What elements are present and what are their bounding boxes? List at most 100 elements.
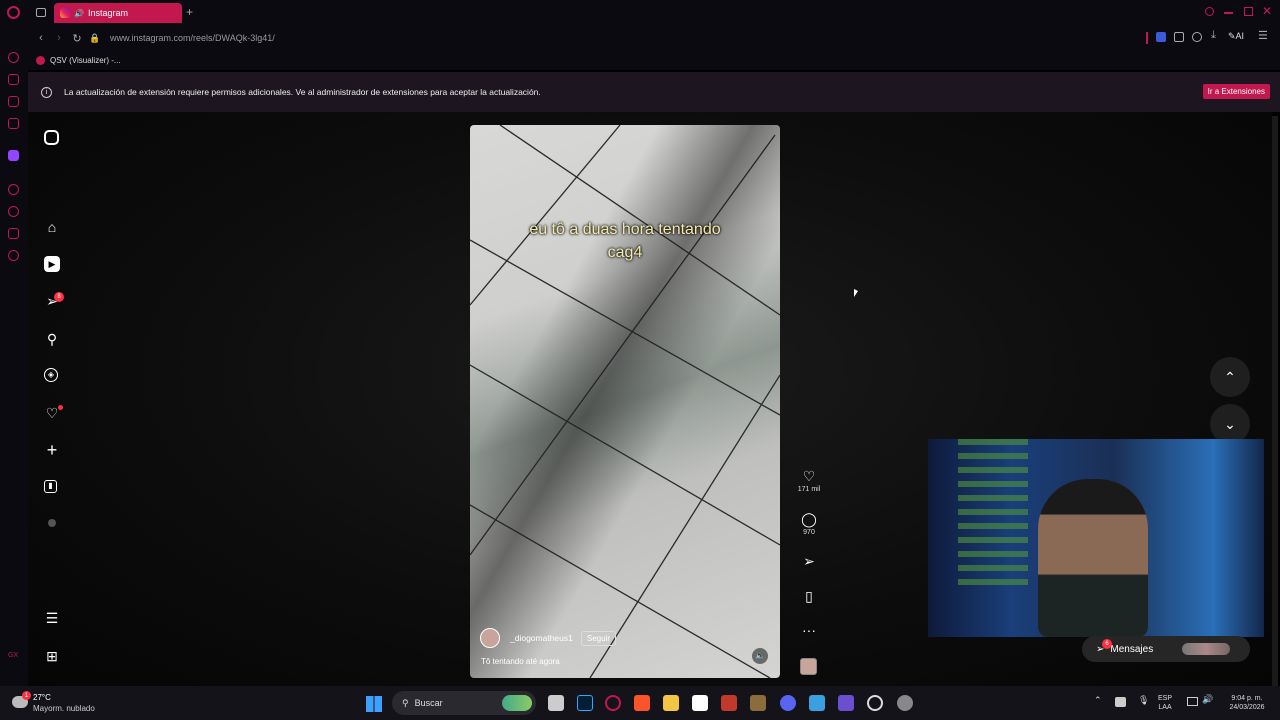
reel-video[interactable]: eu tô a duas hora tentando cag4 _diogoma… [470,125,780,678]
follow-button[interactable]: Seguir [580,630,616,646]
volume-icon[interactable]: 🔊 [1202,695,1213,704]
language-line2: LAA [1158,704,1172,711]
previous-reel-button[interactable]: ⌃ [1210,357,1250,397]
bookmark-qsv[interactable]: QSV (Visualizer) -... [50,56,121,65]
lock-icon: 🔒 [89,32,101,43]
discord-icon[interactable] [780,695,796,711]
more-menu-icon[interactable]: ☰ [44,610,60,626]
send-icon[interactable] [8,228,19,239]
weather-desc[interactable]: Mayorm. nublado [33,704,95,713]
back-button[interactable]: ‹ [32,32,50,44]
new-tab-button[interactable]: + [186,5,193,19]
player-icon[interactable] [8,184,19,195]
language-line1: ESP [1158,695,1173,702]
reel-author-row: _diogomatheus1 Seguir [480,628,616,648]
create-icon[interactable]: + [44,441,60,459]
go-to-extensions-button[interactable]: Ir a Extensiones [1202,84,1270,99]
comment-icon[interactable]: ◯ [796,511,822,527]
translate-icon[interactable] [1156,32,1166,42]
windows-start-icon[interactable] [366,696,382,712]
save-action[interactable]: ▯ [796,588,822,604]
plant-decoration [958,439,1028,589]
extensions-icon[interactable] [1174,32,1184,42]
bookmark-icon[interactable]: ▯ [796,588,822,604]
extension-notice-bar: i La actualización de extensión requiere… [28,72,1280,112]
more-options[interactable]: ··· [796,622,822,638]
reels-icon[interactable]: ▶ [44,256,60,272]
app-grid-icon[interactable] [838,695,854,711]
workspaces-icon[interactable] [36,8,46,17]
instagram-favicon-icon [60,8,70,18]
maximize-button[interactable] [1244,7,1253,16]
author-avatar[interactable] [480,628,500,648]
network-icon[interactable] [1187,697,1198,706]
microphone-icon[interactable]: 🎙 [1138,696,1149,705]
photoshop-icon[interactable] [577,695,593,711]
shopping-icon[interactable] [8,74,19,85]
opera-sidebar: GX [0,26,28,686]
next-reel-button[interactable]: ⌄ [1210,404,1250,444]
heart-icon[interactable]: ♡ [796,468,822,484]
opera-gx-icon[interactable] [605,695,621,711]
menu-icon[interactable]: ☰ [1258,29,1268,42]
mute-icon[interactable]: 🔈 [752,648,768,664]
url-field[interactable]: www.instagram.com/reels/DWAQk-3lg41/ [110,33,275,43]
author-username[interactable]: _diogomatheus1 [510,633,573,643]
taskbar-search[interactable]: ⚲ Buscar [392,691,536,715]
reload-button[interactable]: ↻ [68,32,86,45]
weather-temp[interactable]: 27°C [33,693,51,702]
search-tabs-icon[interactable] [1205,7,1214,16]
instagram-logo-icon[interactable] [44,130,59,145]
capcut-icon[interactable] [692,695,708,711]
profile-icon[interactable] [1192,32,1202,42]
tray-overflow-icon[interactable]: ⌃ [1094,696,1102,705]
notice-text: La actualización de extensión requiere p… [64,87,541,97]
more-icon[interactable]: ··· [796,622,822,638]
notification-badge: 8 [54,292,64,302]
dashboard-icon[interactable]: ▮ [44,480,57,493]
profile-avatar-icon[interactable] [48,519,56,527]
messenger-icon[interactable] [8,96,19,107]
opera-logo-icon[interactable] [7,6,20,19]
webcam-overlay [928,439,1264,637]
language-indicator[interactable]: ESP LAA [1158,694,1172,712]
forward-button[interactable]: › [50,32,68,44]
whatsapp-icon[interactable] [8,118,19,129]
history-icon[interactable] [8,206,19,217]
photos-icon[interactable] [809,695,825,711]
game-icon[interactable] [750,695,766,711]
notification-dot [58,405,63,410]
settings-gear-icon[interactable] [897,695,913,711]
home-icon[interactable]: ⌂ [44,219,60,235]
download-icon[interactable]: ⤓ [1211,29,1216,42]
task-view-icon[interactable] [548,695,564,711]
twitch-icon[interactable] [8,150,19,161]
audio-avatar[interactable] [800,658,817,675]
brave-icon[interactable] [634,695,650,711]
aria-icon[interactable] [8,52,19,63]
share-icon[interactable]: ➢ [796,553,822,569]
obs-icon[interactable] [867,695,883,711]
ai-button[interactable]: ✎AI [1228,31,1244,42]
clock[interactable]: 9:04 p. m. 24/03/2026 [1222,694,1272,712]
minimize-button[interactable] [1224,12,1233,14]
page-scrollbar[interactable] [1272,116,1278,686]
streamer-person [1038,479,1148,637]
share-action[interactable]: ➢ [796,553,822,569]
explore-icon[interactable]: ◈ [44,368,58,382]
also-from-meta-icon[interactable]: ⊞ [44,648,60,664]
gx-icon[interactable]: GX [8,652,18,659]
close-icon[interactable]: ✕ [1262,4,1272,18]
tab-instagram[interactable]: 🔊 Instagram [54,3,182,23]
streamlabs-icon[interactable] [721,695,737,711]
comment-action[interactable]: ◯ 970 [796,511,822,536]
address-bar: ‹ › ↻ 🔒 www.instagram.com/reels/DWAQk-3l… [28,26,1280,50]
file-explorer-icon[interactable] [663,695,679,711]
reel-description[interactable]: Tô tentando até agora [481,657,560,666]
like-action[interactable]: ♡ 171 mil [796,468,822,493]
tray-app-icon[interactable] [1115,697,1126,707]
search-icon[interactable]: ⚲ [44,331,60,347]
speaker-icon[interactable]: 🔊 [74,9,84,18]
settings-icon[interactable] [8,250,19,261]
weather-badge: 1 [22,691,31,700]
